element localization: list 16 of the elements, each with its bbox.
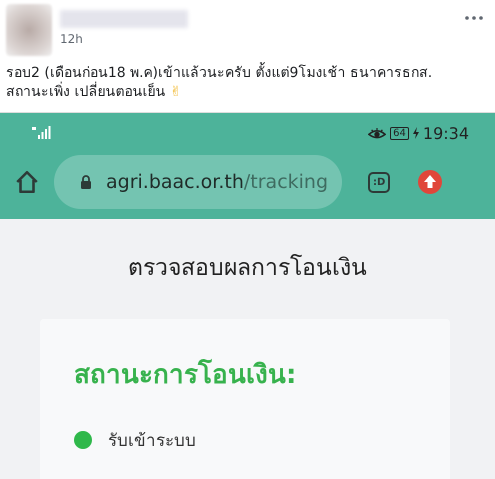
address-bar[interactable]: agri.baac.or.th/tracking <box>54 155 342 209</box>
step-label: รับเข้าระบบ <box>108 430 196 453</box>
post-time[interactable]: 12h <box>60 32 457 46</box>
battery-level: 64 <box>390 126 409 140</box>
post-text: รอบ2 (เดือนก่อน18 พ.ค)เข้าแล้วนะครับ ตั้งแต่9โมงเช้า ธนาคารธกส. สถานะเพิ่ง เปลี่ยนตอนเย็น ✌ <box>6 64 446 102</box>
upload-icon[interactable] <box>418 170 442 194</box>
more-options-icon[interactable] <box>465 16 483 20</box>
home-icon[interactable] <box>14 169 40 195</box>
signal-icon <box>32 126 52 140</box>
clock: 19:34 <box>422 124 469 142</box>
page-title: ตรวจสอบผลการโอนเงิน <box>127 253 368 283</box>
charging-icon <box>412 127 419 139</box>
lock-icon <box>80 175 92 189</box>
status-heading: สถานะการโอนเงิน: <box>74 358 298 392</box>
eye-icon <box>368 126 386 140</box>
tabs-button[interactable]: :D <box>368 172 390 192</box>
